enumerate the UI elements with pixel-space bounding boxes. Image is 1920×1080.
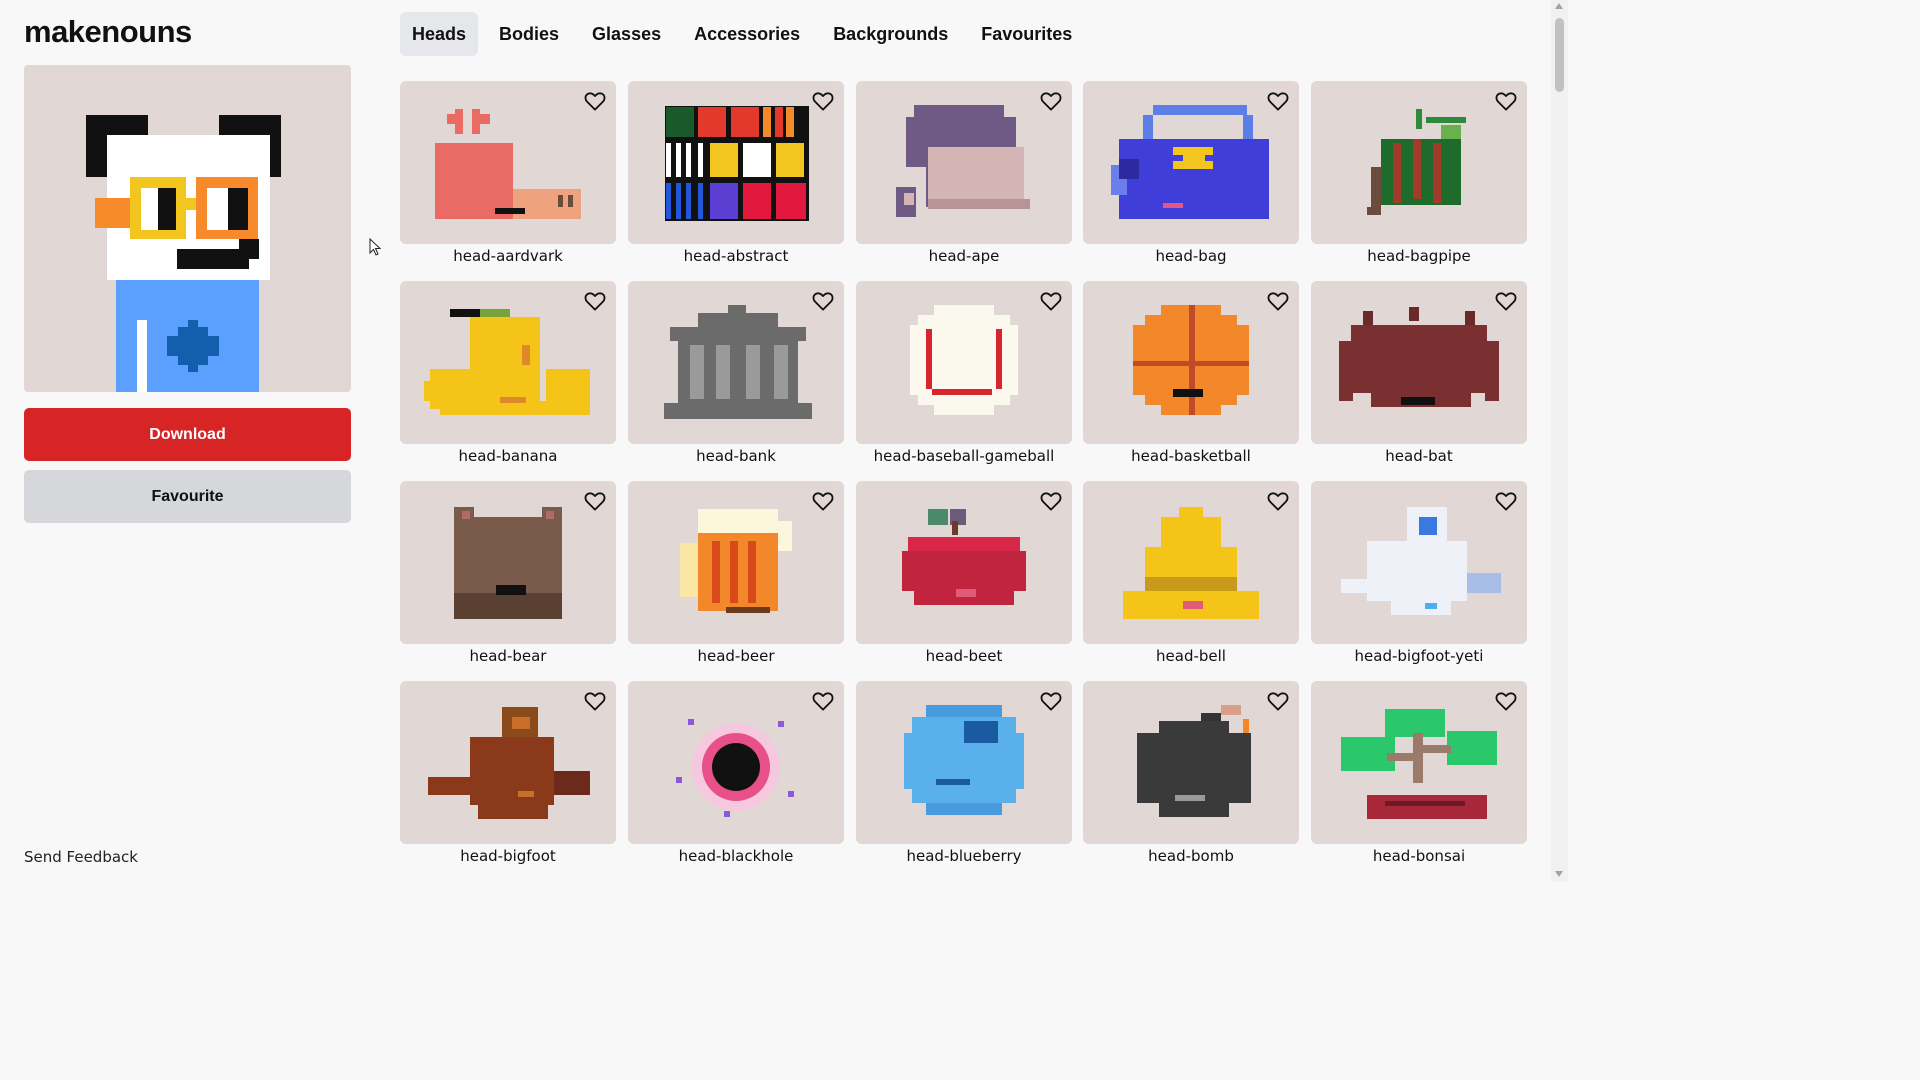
head-card-label: head-abstract <box>683 247 789 265</box>
head-card[interactable]: head-bank <box>628 281 844 481</box>
head-tile[interactable] <box>628 81 844 244</box>
head-card[interactable]: head-blueberry <box>856 681 1072 881</box>
head-card-label: head-basketball <box>1131 447 1251 465</box>
heart-icon[interactable] <box>584 691 606 711</box>
tab-favourites[interactable]: Favourites <box>969 12 1084 56</box>
heart-icon[interactable] <box>584 291 606 311</box>
heart-icon[interactable] <box>1495 691 1517 711</box>
tab-bodies[interactable]: Bodies <box>487 12 571 56</box>
heart-icon[interactable] <box>584 91 606 111</box>
head-tile[interactable] <box>628 481 844 644</box>
head-tile[interactable] <box>856 281 1072 444</box>
heart-icon[interactable] <box>1040 91 1062 111</box>
head-tile[interactable] <box>856 81 1072 244</box>
head-card[interactable]: head-ape <box>856 81 1072 281</box>
head-tile[interactable] <box>1083 281 1299 444</box>
heart-icon[interactable] <box>1267 91 1289 111</box>
head-card[interactable]: head-baseball-gameball <box>856 281 1072 481</box>
head-card[interactable]: head-banana <box>400 281 616 481</box>
head-card[interactable]: head-bigfoot-yeti <box>1311 481 1527 681</box>
category-tabs: Heads Bodies Glasses Accessories Backgro… <box>400 12 1093 56</box>
head-card-label: head-bank <box>696 447 776 465</box>
heart-icon[interactable] <box>812 691 834 711</box>
head-card-label: head-beer <box>697 647 775 665</box>
mouse-pointer-icon <box>369 238 382 256</box>
head-card-label: head-bigfoot <box>460 847 556 865</box>
heart-icon[interactable] <box>812 291 834 311</box>
download-button[interactable]: Download <box>24 408 351 461</box>
head-card-label: head-ape <box>928 247 1000 265</box>
tab-glasses[interactable]: Glasses <box>580 12 673 56</box>
head-tile[interactable] <box>628 281 844 444</box>
head-card-label: head-baseball-gameball <box>873 447 1055 465</box>
head-tile[interactable] <box>400 481 616 644</box>
head-tile[interactable] <box>856 681 1072 844</box>
heart-icon[interactable] <box>584 491 606 511</box>
head-card-label: head-banana <box>458 447 558 465</box>
noun-preview-image <box>24 65 351 392</box>
scroll-thumb[interactable] <box>1555 18 1564 92</box>
head-card-label: head-bat <box>1385 447 1453 465</box>
head-card-label: head-bomb <box>1148 847 1234 865</box>
head-card-label: head-bigfoot-yeti <box>1354 647 1484 665</box>
head-card-label: head-bell <box>1156 647 1226 665</box>
head-tile[interactable] <box>1311 81 1527 244</box>
head-tile[interactable] <box>1311 681 1527 844</box>
head-tile[interactable] <box>628 681 844 844</box>
heart-icon[interactable] <box>1495 291 1517 311</box>
tab-heads[interactable]: Heads <box>400 12 479 56</box>
page-scrollbar[interactable] <box>1551 0 1568 882</box>
head-card-label: head-bonsai <box>1372 847 1466 865</box>
head-tile[interactable] <box>856 481 1072 644</box>
head-card[interactable]: head-blackhole <box>628 681 844 881</box>
head-card[interactable]: head-abstract <box>628 81 844 281</box>
tab-backgrounds[interactable]: Backgrounds <box>821 12 960 56</box>
head-card-label: head-blackhole <box>678 847 794 865</box>
heart-icon[interactable] <box>1267 291 1289 311</box>
head-tile[interactable] <box>400 81 616 244</box>
app-logo: makenouns <box>24 14 192 49</box>
head-tile[interactable] <box>1311 481 1527 644</box>
heart-icon[interactable] <box>1040 291 1062 311</box>
head-card-label: head-bag <box>1155 247 1227 265</box>
head-card[interactable]: head-bonsai <box>1311 681 1527 881</box>
head-card-label: head-bear <box>469 647 547 665</box>
favourite-button[interactable]: Favourite <box>24 470 351 523</box>
head-card[interactable]: head-aardvark <box>400 81 616 281</box>
head-card[interactable]: head-bigfoot <box>400 681 616 881</box>
head-tile[interactable] <box>400 681 616 844</box>
head-tile[interactable] <box>400 281 616 444</box>
noun-preview <box>24 65 351 392</box>
heart-icon[interactable] <box>1267 491 1289 511</box>
heart-icon[interactable] <box>812 91 834 111</box>
head-card[interactable]: head-bomb <box>1083 681 1299 881</box>
head-card[interactable]: head-basketball <box>1083 281 1299 481</box>
head-tile[interactable] <box>1083 481 1299 644</box>
head-card-label: head-beet <box>925 647 1003 665</box>
heart-icon[interactable] <box>1040 491 1062 511</box>
heart-icon[interactable] <box>1495 491 1517 511</box>
scroll-up-arrow-icon[interactable] <box>1555 3 1563 9</box>
head-card-label: head-aardvark <box>453 247 563 265</box>
scroll-down-arrow-icon[interactable] <box>1555 871 1563 877</box>
head-card[interactable]: head-bag <box>1083 81 1299 281</box>
head-tile[interactable] <box>1083 681 1299 844</box>
head-card-label: head-blueberry <box>906 847 1022 865</box>
heart-icon[interactable] <box>1267 691 1289 711</box>
tab-accessories[interactable]: Accessories <box>682 12 812 56</box>
head-card[interactable]: head-bell <box>1083 481 1299 681</box>
head-card[interactable]: head-bear <box>400 481 616 681</box>
head-card[interactable]: head-bagpipe <box>1311 81 1527 281</box>
head-card-label: head-bagpipe <box>1367 247 1471 265</box>
head-card[interactable]: head-beer <box>628 481 844 681</box>
heart-icon[interactable] <box>1495 91 1517 111</box>
head-tile[interactable] <box>1311 281 1527 444</box>
head-card[interactable]: head-beet <box>856 481 1072 681</box>
head-card[interactable]: head-bat <box>1311 281 1527 481</box>
head-tile[interactable] <box>1083 81 1299 244</box>
send-feedback-link[interactable]: Send Feedback <box>24 848 138 866</box>
heart-icon[interactable] <box>812 491 834 511</box>
heart-icon[interactable] <box>1040 691 1062 711</box>
